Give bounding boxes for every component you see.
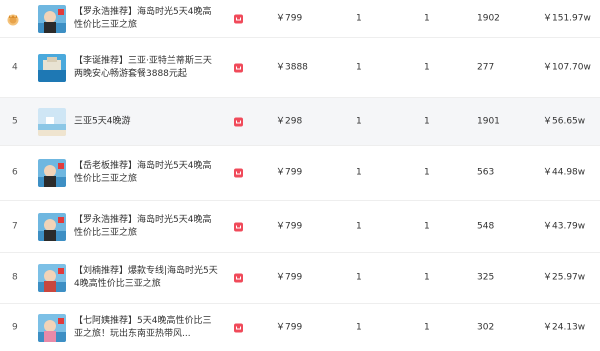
rank-number: 4	[12, 62, 18, 72]
sales-amount: ￥151.97w	[543, 13, 591, 23]
product-title[interactable]: 【罗永浩推荐】海岛时光5天4晚高性价比三亚之旅	[74, 214, 219, 240]
count-value: 1	[424, 221, 430, 231]
price: ￥799	[276, 13, 303, 23]
shop-icon[interactable]	[234, 273, 243, 283]
count-value: 1	[424, 322, 430, 332]
count-value: 1	[424, 272, 430, 283]
sales-volume: 302	[477, 322, 495, 332]
product-title[interactable]: 三亚5天4晚游	[74, 115, 219, 128]
table-row[interactable]: 7 【罗永浩推荐】海岛时光5天4晚高性价比三亚之旅 ￥799 1 1 548 ￥…	[0, 201, 600, 253]
count-value: 1	[356, 221, 362, 231]
sales-amount: ￥25.97w	[543, 272, 586, 283]
count-value: 1	[356, 322, 362, 332]
table-row[interactable]: 9 【七阿姨推荐】5天4晚高性价比三亚之旅！玩出东南亚热带风... ￥799 1…	[0, 304, 600, 351]
shop-icon[interactable]	[234, 14, 243, 23]
sales-amount: ￥107.70w	[543, 62, 591, 72]
product-thumbnail[interactable]	[38, 212, 66, 241]
shop-icon[interactable]	[234, 63, 243, 72]
count-value: 1	[356, 62, 362, 72]
sales-volume: 1901	[477, 116, 500, 126]
table-row[interactable]: 6 【岳老板推荐】海岛时光5天4晚高性价比三亚之旅 ￥799 1 1 563 ￥…	[0, 146, 600, 201]
table-row[interactable]: 【罗永浩推荐】海岛时光5天4晚高性价比三亚之旅 ￥799 1 1 1902 ￥1…	[0, 0, 600, 38]
sales-volume: 563	[477, 167, 495, 178]
rank-number: 9	[12, 322, 18, 332]
price: ￥799	[276, 272, 303, 283]
sales-volume: 548	[477, 221, 495, 231]
table-row[interactable]: 8 【刘楠推荐】爆款专线|海岛时光5天4晚高性价比三亚之旅 ￥799 1 1 3…	[0, 253, 600, 304]
rank-number: 5	[12, 116, 18, 126]
count-value: 1	[424, 62, 430, 72]
product-thumbnail[interactable]	[38, 107, 66, 136]
shop-icon[interactable]	[234, 168, 243, 178]
count-value: 1	[356, 13, 362, 23]
count-value: 1	[356, 272, 362, 283]
shop-icon[interactable]	[234, 222, 243, 231]
table-row[interactable]: 4 【李诞推荐】三亚·亚特兰蒂斯三天两晚安心畅游套餐3888元起 ￥3888 1…	[0, 38, 600, 98]
crown-icon	[7, 14, 19, 25]
count-value: 1	[356, 167, 362, 178]
sales-volume: 277	[477, 62, 495, 72]
sales-amount: ￥44.98w	[543, 167, 586, 178]
sales-amount: ￥43.79w	[543, 221, 586, 231]
price: ￥298	[276, 116, 303, 126]
rank-number: 6	[12, 167, 18, 178]
count-value: 1	[424, 167, 430, 178]
count-value: 1	[424, 13, 430, 23]
price: ￥799	[276, 167, 303, 178]
product-ranking-table: 【罗永浩推荐】海岛时光5天4晚高性价比三亚之旅 ￥799 1 1 1902 ￥1…	[0, 0, 600, 351]
shop-icon[interactable]	[234, 323, 243, 332]
product-title[interactable]: 【岳老板推荐】海岛时光5天4晚高性价比三亚之旅	[74, 160, 219, 186]
price: ￥799	[276, 221, 303, 231]
price: ￥799	[276, 322, 303, 332]
product-thumbnail[interactable]	[38, 53, 66, 82]
product-thumbnail[interactable]	[38, 264, 66, 292]
rank-number: 8	[12, 272, 18, 283]
sales-amount: ￥56.65w	[543, 116, 586, 126]
price: ￥3888	[276, 62, 308, 72]
product-title[interactable]: 【刘楠推荐】爆款专线|海岛时光5天4晚高性价比三亚之旅	[74, 265, 219, 291]
rank-number: 7	[12, 221, 18, 231]
sales-amount: ￥24.13w	[543, 322, 586, 332]
product-title[interactable]: 【李诞推荐】三亚·亚特兰蒂斯三天两晚安心畅游套餐3888元起	[74, 55, 219, 81]
product-thumbnail[interactable]	[38, 313, 66, 342]
table-row[interactable]: 5 三亚5天4晚游 ￥298 1 1 1901 ￥56.65w	[0, 98, 600, 146]
sales-volume: 325	[477, 272, 495, 283]
count-value: 1	[424, 116, 430, 126]
product-thumbnail[interactable]	[38, 159, 66, 187]
shop-icon[interactable]	[234, 117, 243, 126]
sales-volume: 1902	[477, 13, 500, 23]
product-title[interactable]: 【七阿姨推荐】5天4晚高性价比三亚之旅！玩出东南亚热带风...	[74, 315, 219, 341]
product-title[interactable]: 【罗永浩推荐】海岛时光5天4晚高性价比三亚之旅	[74, 6, 219, 32]
count-value: 1	[356, 116, 362, 126]
product-thumbnail[interactable]	[38, 4, 66, 33]
